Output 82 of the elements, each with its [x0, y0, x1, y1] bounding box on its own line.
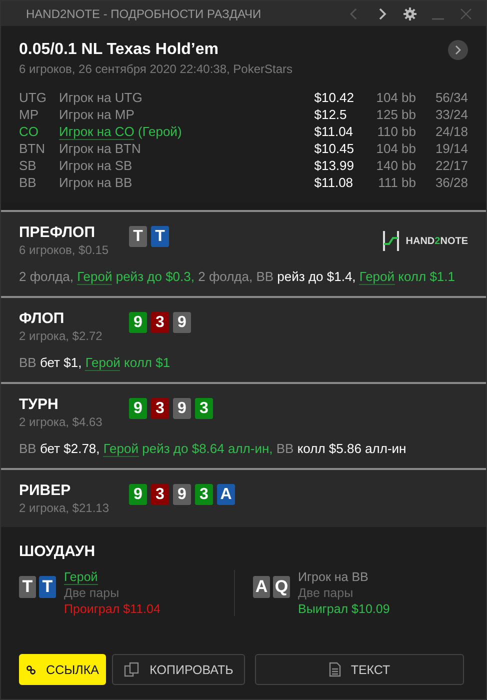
player-stack: $11.08: [314, 175, 354, 190]
minimize-icon: [432, 18, 444, 20]
player-position: BB: [19, 175, 38, 190]
link-button[interactable]: ССЫЛКА: [19, 654, 106, 685]
player-big-blinds: 111 bb: [377, 175, 416, 190]
chevron-right-icon: [453, 45, 463, 55]
playing-card: T: [19, 576, 36, 598]
player-stats: 56/34: [434, 90, 468, 105]
player-big-blinds: 140 bb: [375, 158, 416, 173]
player-big-blinds: 104 bb: [375, 90, 416, 105]
street-title: ФЛОП: [19, 310, 66, 327]
player-stats: 36/28: [434, 175, 468, 190]
action-line: BB бет $2.78, Герой рейз до $8.64 алл-ин, BB колл $5.86 алл-ин: [19, 441, 408, 456]
hand-subtitle: 6 игроков, 26 сентября 2020 22:40:38, PokerStars: [19, 62, 294, 76]
player-big-blinds: 125 bb: [375, 107, 416, 122]
player-name: Игрок на BTN: [59, 141, 142, 156]
document-icon: [328, 662, 341, 677]
settings-icon: [403, 6, 417, 20]
playing-card: T: [39, 576, 56, 598]
window-title: HAND2NOTE - ПОДРОБНОСТИ РАЗДАЧИ: [26, 6, 262, 20]
action-line: 2 фолда, Герой рейз до $0.3, 2 фолда, BB рейз до $1.4, Герой колл $1.1: [19, 269, 456, 284]
hand-rank: Две пары: [298, 586, 354, 600]
player-stack: $11.04: [314, 124, 354, 139]
street-subtitle: 2 игрока, $2.72: [19, 329, 104, 343]
action-line: BB бет $1, Герой колл $1: [19, 355, 172, 370]
playing-card: 9: [173, 484, 191, 505]
playing-card: 3: [151, 398, 169, 419]
playing-card: 9: [173, 312, 191, 333]
player-big-blinds: 104 bb: [375, 141, 416, 156]
hand2note-logo: HAND2NOTE: [382, 230, 468, 252]
hand-title: 0.05/0.1 NL Texas Hold’em: [19, 41, 218, 59]
playing-card: 3: [151, 312, 169, 333]
link-icon: [26, 662, 36, 676]
player-name: Игрок на BB: [298, 570, 370, 584]
player-position: MP: [19, 107, 40, 122]
street-title: ТУРН: [19, 396, 60, 413]
player-name: Герой: [64, 570, 99, 584]
player-position: CO: [19, 124, 40, 139]
player-stats: 24/18: [434, 124, 468, 139]
close-icon: [459, 6, 473, 20]
result-amount: Выиграл $10.09: [298, 602, 390, 616]
player-stats: 19/14: [434, 141, 468, 156]
next-hand-button[interactable]: [448, 40, 468, 60]
player-stack: $13.99: [314, 158, 354, 173]
street-subtitle: 2 игрока, $21.13: [19, 501, 110, 515]
playing-card: T: [129, 226, 147, 247]
playing-card: 3: [195, 484, 213, 505]
street-subtitle: 6 игроков, $0.15: [19, 243, 110, 257]
text-button[interactable]: ТЕКСТ: [255, 654, 464, 685]
player-stack: $10.45: [314, 141, 354, 156]
playing-card: 3: [151, 484, 169, 505]
player-name: Игрок на UTG: [59, 90, 144, 105]
street-title: РИВЕР: [19, 482, 72, 499]
result-amount: Проиграл $11.04: [64, 602, 160, 616]
player-name: Игрок на MP: [59, 107, 136, 122]
player-name[interactable]: Игрок на CO (Герой): [59, 124, 314, 139]
playing-card: 9: [129, 484, 147, 505]
playing-card: 9: [173, 398, 191, 419]
showdown-title: ШОУДАУН: [19, 543, 96, 560]
player-stats: 22/17: [434, 158, 468, 173]
street-subtitle: 2 игрока, $4.63: [19, 415, 104, 429]
player-stack: $10.42: [314, 90, 354, 105]
playing-card: T: [151, 226, 169, 247]
player-stack: $12.5: [314, 107, 348, 122]
hand-rank: Две пары: [64, 586, 120, 600]
player-name: Игрок на BB: [59, 175, 134, 190]
player-name: Игрок на SB: [59, 158, 134, 173]
player-stats: 33/24: [434, 107, 468, 122]
player-big-blinds: 110 bb: [376, 124, 416, 139]
player-position: BTN: [19, 141, 46, 156]
playing-card: A: [253, 576, 270, 598]
playing-card: 9: [129, 398, 147, 419]
playing-card: Q: [273, 576, 290, 598]
player-position: SB: [19, 158, 38, 173]
playing-card: 3: [195, 398, 213, 419]
player-position: UTG: [19, 90, 48, 105]
playing-card: 9: [129, 312, 147, 333]
street-title: ПРЕФЛОП: [19, 224, 96, 241]
logo-icon: [382, 230, 400, 252]
copy-button[interactable]: КОПИРОВАТЬ: [112, 654, 245, 685]
copy-icon: [124, 662, 140, 677]
playing-card: A: [217, 484, 235, 505]
